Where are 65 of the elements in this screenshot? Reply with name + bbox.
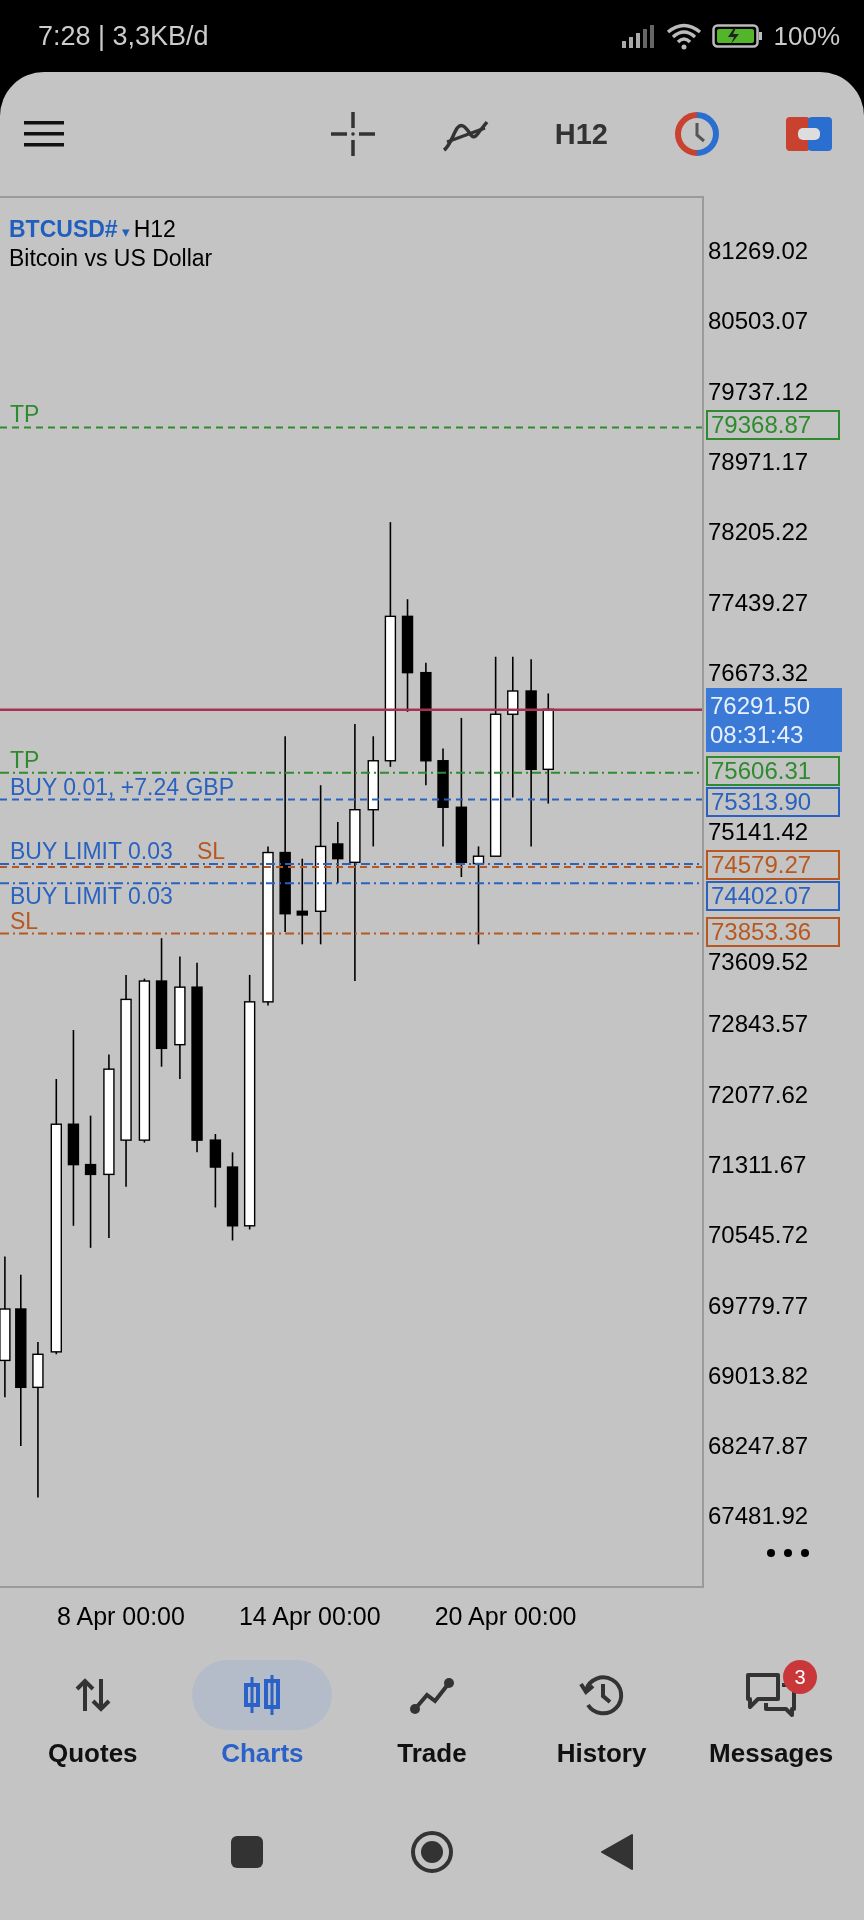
time-label: 14 Apr 00:00 xyxy=(238,1601,381,1631)
price-tick: 77439.27 xyxy=(708,588,809,617)
nav-tab[interactable]: Trade xyxy=(352,1660,512,1794)
signal-icon xyxy=(621,24,656,48)
nav-tab[interactable]: 3 Messages xyxy=(691,1660,852,1794)
trend-icon xyxy=(409,1675,455,1715)
price-tick: 75141.42 xyxy=(708,817,809,846)
price-tick: 73609.52 xyxy=(708,947,809,976)
crosshair-icon[interactable] xyxy=(330,112,375,156)
time-label: 20 Apr 00:00 xyxy=(434,1601,577,1631)
order-label: SL xyxy=(10,908,39,933)
order-label: TP xyxy=(10,747,40,772)
price-tick: 80503.07 xyxy=(708,307,809,336)
price-tick: 72843.57 xyxy=(708,1010,809,1039)
history-icon xyxy=(578,1672,625,1718)
unread-badge: 3 xyxy=(783,1660,818,1694)
price-tick: 81269.02 xyxy=(708,237,809,265)
nav-tab[interactable]: Quotes xyxy=(12,1660,173,1794)
chart-timeframe: H12 xyxy=(133,216,176,243)
current-price: 76291.50 xyxy=(710,690,812,720)
clock-icon[interactable] xyxy=(674,111,720,157)
order-label: BUY 0.01, +7.24 GBP xyxy=(10,774,234,799)
price-tick: 78205.22 xyxy=(708,518,809,547)
status-time: 7:28 | 3,3KB/d xyxy=(38,20,209,52)
order-label: TP xyxy=(10,402,40,427)
nav-tab[interactable]: History xyxy=(521,1660,682,1794)
order-line[interactable] xyxy=(0,771,702,774)
order-label: SL xyxy=(197,839,226,863)
order-price-tag: 73853.36 xyxy=(706,916,840,947)
order-label: BUY LIMIT 0.03 xyxy=(10,884,173,909)
order-line[interactable] xyxy=(0,882,702,885)
back-icon[interactable] xyxy=(600,1833,634,1871)
wifi-icon xyxy=(665,22,702,50)
order-price-tag: 75606.31 xyxy=(706,755,840,786)
order-line[interactable] xyxy=(0,863,702,865)
battery-level: 100% xyxy=(773,20,840,52)
order-label: BUY LIMIT 0.03 xyxy=(10,839,173,863)
time-label: 8 Apr 00:00 xyxy=(57,1601,185,1631)
order-price-tag: 79368.87 xyxy=(706,410,840,441)
menu-icon[interactable] xyxy=(24,120,64,148)
chart-plot[interactable]: BTCUSD# ▾ H12 Bitcoin vs US Dollar TP TP BUY 0.01, +7.24 GBP BUY LIMIT 0.03 SL BUY LIMIT 0.03 SL xyxy=(0,196,704,1588)
price-tick: 69779.77 xyxy=(708,1291,809,1320)
price-tick: 78971.17 xyxy=(708,447,809,476)
home-icon[interactable] xyxy=(409,1829,455,1875)
price-tick: 69013.82 xyxy=(708,1361,809,1390)
price-tick: 79737.12 xyxy=(708,377,809,406)
order-price-tag: 74402.07 xyxy=(706,881,840,911)
order-price-tag: 75313.90 xyxy=(706,786,840,817)
recents-icon[interactable] xyxy=(230,1835,264,1869)
price-tick: 71311.67 xyxy=(708,1150,807,1179)
candles-icon xyxy=(242,1673,283,1717)
order-line[interactable] xyxy=(0,798,702,801)
more-icon[interactable] xyxy=(766,1548,810,1558)
symbol-description: Bitcoin vs US Dollar xyxy=(9,245,213,272)
price-tick: 68247.87 xyxy=(708,1432,809,1461)
price-tick: 72077.62 xyxy=(708,1080,809,1109)
price-tick: 70545.72 xyxy=(708,1221,809,1250)
trading-icon[interactable] xyxy=(786,117,832,151)
bar-countdown: 08:31:43 xyxy=(710,719,805,749)
candle xyxy=(332,821,344,884)
price-tick: 67481.92 xyxy=(708,1502,809,1531)
price-tick: 76673.32 xyxy=(708,658,809,687)
timeframe-button[interactable]: H12 xyxy=(554,117,608,151)
order-price-tag: 74579.27 xyxy=(706,850,840,880)
battery-icon xyxy=(711,23,764,49)
